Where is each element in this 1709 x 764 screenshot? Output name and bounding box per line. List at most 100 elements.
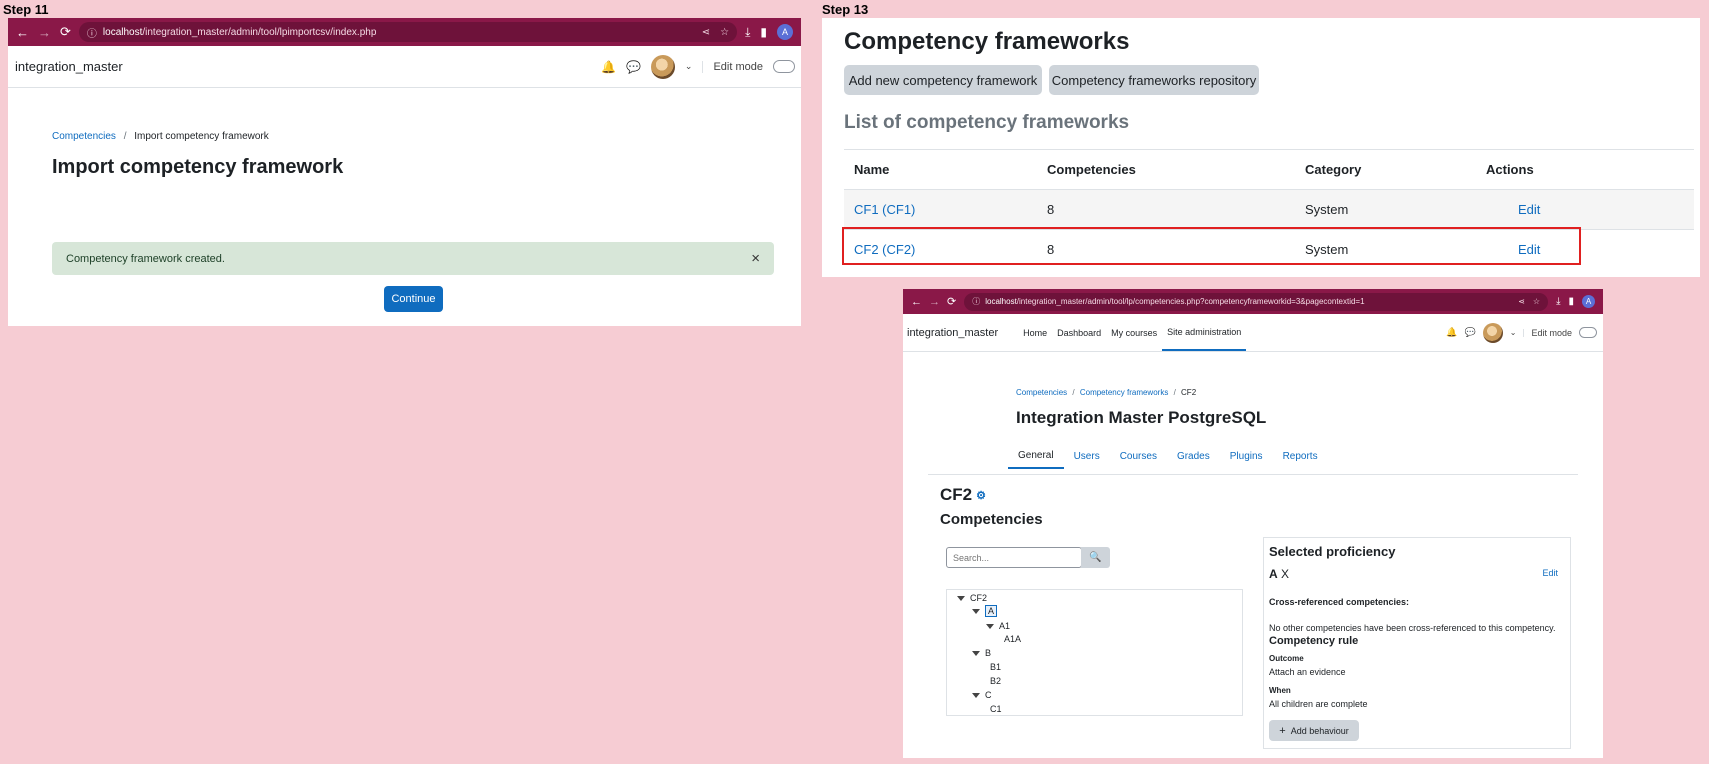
download-icon[interactable]: ⤓: [1556, 296, 1560, 307]
close-icon[interactable]: ×: [751, 250, 760, 267]
breadcrumb-frameworks-link[interactable]: Competency frameworks: [1080, 388, 1168, 397]
rule-heading: Competency rule: [1269, 635, 1359, 647]
sidebar-icon[interactable]: ▮: [760, 25, 767, 39]
chevron-down-icon[interactable]: ⌄: [685, 61, 693, 72]
nav-home[interactable]: Home: [1018, 314, 1052, 351]
framework-name: CF2: [940, 485, 973, 504]
breadcrumb: Competencies / Competency frameworks / C…: [1016, 388, 1196, 397]
caret-down-icon[interactable]: [972, 609, 980, 615]
site-brand[interactable]: integration_master: [903, 327, 998, 339]
tree-node-b[interactable]: B: [972, 648, 991, 658]
bookmark-star-icon[interactable]: ☆: [720, 27, 729, 38]
when-label: When: [1269, 686, 1291, 695]
tree-node-a[interactable]: A: [972, 605, 998, 617]
bell-icon[interactable]: 🔔: [1446, 327, 1457, 338]
breadcrumb-separator: /: [1072, 388, 1075, 397]
table-header-row: Name Competencies Category Actions: [844, 149, 1694, 190]
profile-icon[interactable]: A: [777, 24, 793, 40]
tree-node-b2[interactable]: B2: [990, 676, 1001, 686]
share-icon[interactable]: ⋖: [1518, 297, 1525, 306]
primary-navigation: Home Dashboard My courses Site administr…: [1018, 314, 1247, 351]
search-button[interactable]: 🔍: [1081, 547, 1110, 568]
site-brand[interactable]: integration_master: [8, 59, 123, 74]
tree-node-a1a[interactable]: A1A: [1004, 634, 1021, 644]
framework-link-cf1[interactable]: CF1 (CF1): [854, 202, 915, 217]
admin-tabs: General Users Courses Grades Plugins Rep…: [1008, 443, 1328, 469]
back-icon[interactable]: ←: [911, 296, 922, 308]
moodle-navbar: integration_master 🔔 💬 ⌄ Edit mode: [8, 46, 801, 88]
success-alert: Competency framework created. ×: [52, 242, 774, 275]
breadcrumb: Competencies / Import competency framewo…: [52, 131, 269, 142]
tree-node-cf2[interactable]: CF2: [957, 593, 987, 603]
continue-button[interactable]: Continue: [384, 286, 443, 312]
competency-tree: CF2 A A1 A1A B B1 B2 C C1: [946, 589, 1243, 716]
user-avatar[interactable]: [1482, 322, 1503, 343]
download-icon[interactable]: ⤓: [745, 25, 750, 40]
edit-link-cf1[interactable]: Edit: [1518, 202, 1540, 217]
column-header-name: Name: [844, 149, 1037, 190]
url-host: localhost: [985, 297, 1017, 306]
url-host: localhost: [102, 26, 143, 38]
gear-icon[interactable]: ⚙: [976, 489, 986, 502]
step-13-label: Step 13: [822, 2, 869, 17]
competencies-heading: Competencies: [940, 511, 1043, 528]
sidebar-icon[interactable]: ▮: [1568, 296, 1574, 307]
column-header-competencies: Competencies: [1037, 149, 1295, 190]
chevron-down-icon[interactable]: ⌄: [1510, 328, 1517, 337]
address-bar[interactable]: ⓘ localhost/integration_master/admin/too…: [78, 22, 738, 42]
step-11-label: Step 11: [3, 2, 49, 17]
search-icon: 🔍: [1089, 552, 1102, 563]
nav-dashboard[interactable]: Dashboard: [1052, 314, 1106, 351]
when-value: All children are complete: [1269, 699, 1368, 709]
add-new-framework-button[interactable]: Add new competency framework: [844, 65, 1042, 95]
chat-icon[interactable]: 💬: [626, 60, 641, 74]
edit-competency-link[interactable]: Edit: [1542, 568, 1558, 578]
url-path: /integration_master/admin/tool/lpimportc…: [142, 26, 377, 38]
bookmark-star-icon[interactable]: ☆: [1533, 297, 1540, 306]
tree-node-a1[interactable]: A1: [986, 621, 1010, 631]
add-behaviour-button[interactable]: + Add behaviour: [1269, 720, 1359, 741]
tab-general[interactable]: General: [1008, 443, 1064, 469]
site-title: Integration Master PostgreSQL: [1016, 408, 1267, 427]
info-icon: ⓘ: [86, 28, 97, 40]
tab-courses[interactable]: Courses: [1110, 443, 1167, 469]
forward-icon[interactable]: →: [38, 25, 51, 40]
tree-node-c1[interactable]: C1: [990, 704, 1002, 714]
bell-icon[interactable]: 🔔: [601, 60, 616, 74]
cross-ref-label: Cross-referenced competencies:: [1269, 597, 1410, 607]
tab-reports[interactable]: Reports: [1273, 443, 1328, 469]
back-icon[interactable]: ←: [16, 25, 29, 40]
frameworks-repository-button[interactable]: Competency frameworks repository: [1049, 65, 1259, 95]
breadcrumb-competencies-link[interactable]: Competencies: [52, 131, 116, 142]
competencies-count: 8: [1037, 189, 1295, 230]
forward-icon[interactable]: →: [929, 296, 940, 308]
tab-users[interactable]: Users: [1064, 443, 1110, 469]
outcome-value: Attach an evidence: [1269, 667, 1346, 677]
list-heading: List of competency frameworks: [844, 112, 1130, 133]
edit-mode-toggle[interactable]: [1579, 327, 1597, 338]
breadcrumb-current: Import competency framework: [134, 131, 269, 142]
tree-node-b1[interactable]: B1: [990, 662, 1001, 672]
search-input[interactable]: [946, 547, 1082, 568]
moodle-navbar: integration_master Home Dashboard My cou…: [903, 314, 1603, 352]
caret-down-icon[interactable]: [972, 693, 980, 699]
user-avatar[interactable]: [650, 54, 675, 79]
nav-my-courses[interactable]: My courses: [1106, 314, 1162, 351]
highlight-box: [842, 227, 1581, 265]
caret-down-icon[interactable]: [972, 651, 980, 657]
tab-grades[interactable]: Grades: [1167, 443, 1220, 469]
nav-site-administration[interactable]: Site administration: [1162, 314, 1247, 351]
reload-icon[interactable]: ⟳: [947, 295, 956, 308]
breadcrumb-competencies-link[interactable]: Competencies: [1016, 388, 1067, 397]
caret-down-icon[interactable]: [986, 624, 994, 630]
tab-plugins[interactable]: Plugins: [1220, 443, 1273, 469]
tree-node-c[interactable]: C: [972, 690, 992, 700]
share-icon[interactable]: ⋖: [702, 27, 710, 38]
edit-mode-toggle[interactable]: [773, 60, 795, 73]
chat-icon[interactable]: 💬: [1465, 327, 1476, 338]
profile-icon[interactable]: A: [1582, 295, 1595, 308]
address-bar[interactable]: ⓘ localhost/integration_master/admin/too…: [964, 292, 1549, 311]
breadcrumb-separator: /: [123, 131, 127, 142]
caret-down-icon[interactable]: [957, 596, 965, 602]
reload-icon[interactable]: ⟳: [60, 24, 71, 40]
